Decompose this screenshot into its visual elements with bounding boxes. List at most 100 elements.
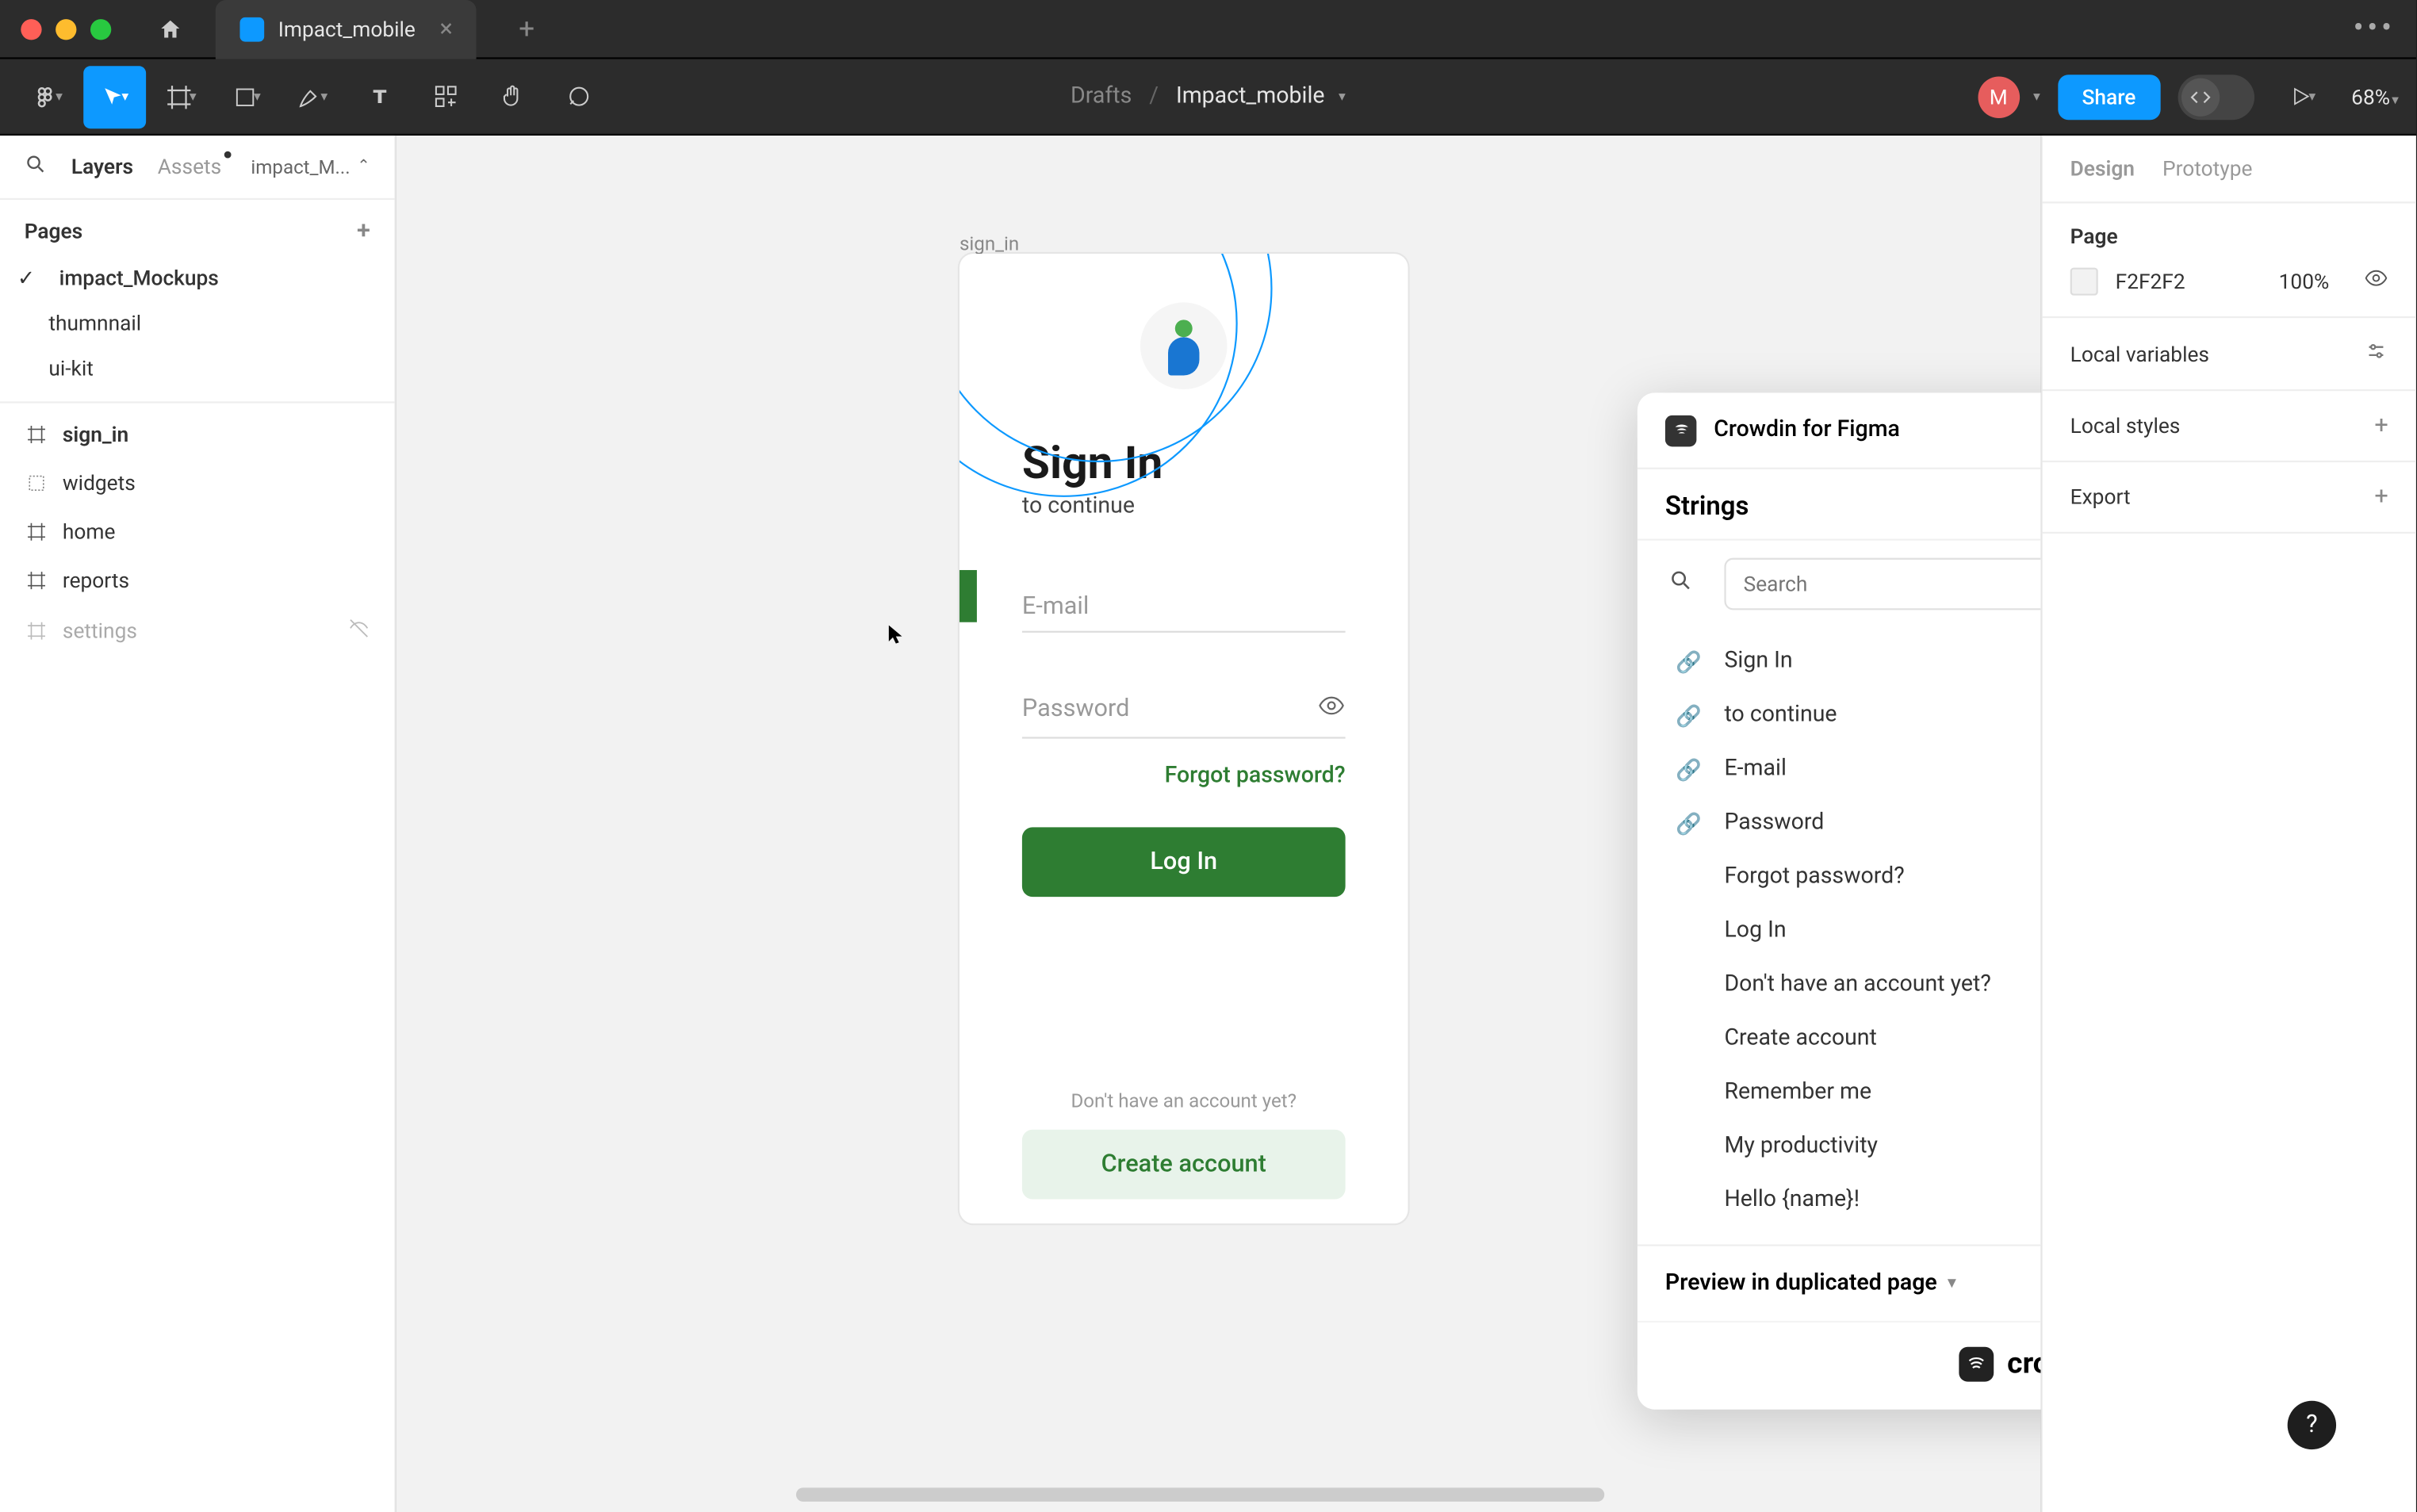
chevron-down-icon[interactable]: ▾ (1339, 89, 1346, 105)
zoom-level[interactable]: 68% ▾ (2351, 84, 2399, 109)
string-item[interactable]: Don't have an account yet? (1638, 958, 2041, 1012)
hand-tool-button[interactable] (480, 65, 542, 128)
layer-item[interactable]: widgets (0, 459, 395, 507)
search-input[interactable] (1724, 558, 2040, 611)
string-list: 🔗Sign In 🔗to continue 🔗E-mail 🔗Password … (1638, 627, 2041, 1244)
frame-tool-button[interactable]: ▾ (150, 65, 213, 128)
text-tool-button[interactable] (347, 65, 410, 128)
frame-label[interactable]: sign_in (960, 233, 1019, 255)
string-item[interactable]: 🔗Password (1638, 796, 2041, 850)
selection-indicator (960, 570, 977, 622)
plugin-title: Crowdin for Figma (1714, 417, 1900, 443)
page-dropdown[interactable]: impact_M... ⌃ (251, 155, 370, 178)
search-icon[interactable] (1665, 568, 1696, 599)
chevron-down-icon[interactable]: ▾ (2033, 89, 2040, 105)
add-icon[interactable]: + (2374, 483, 2388, 511)
minimize-window-button[interactable] (56, 18, 76, 39)
frame-icon (25, 568, 49, 593)
crowdin-icon (1665, 415, 1696, 446)
present-button[interactable]: ▾ (2271, 65, 2334, 128)
hidden-icon[interactable] (347, 617, 370, 645)
titlebar: Impact_mobile × + ••• (0, 0, 2416, 59)
crowdin-brand[interactable]: crowdin (1638, 1321, 2041, 1410)
string-item[interactable]: Remember me (1638, 1066, 2041, 1120)
breadcrumb: Drafts / Impact_mobile ▾ (1071, 83, 1346, 109)
canvas[interactable]: sign_in Sign In to continue E-mail Passw… (396, 136, 2041, 1512)
frame-sign-in[interactable]: Sign In to continue E-mail Password Forg… (960, 254, 1408, 1223)
page-section-label: Page (2070, 224, 2118, 249)
crowdin-plugin-panel[interactable]: Crowdin for Figma × Strings Settings 🔗Si… (1638, 392, 2041, 1409)
string-item[interactable]: Create account (1638, 1012, 2041, 1066)
breadcrumb-parent[interactable]: Drafts (1071, 83, 1132, 109)
page-item[interactable]: impact_Mockups (0, 255, 395, 300)
string-item[interactable]: Hello {name}! (1638, 1173, 2041, 1227)
main-menu-button[interactable]: ▾ (17, 65, 80, 128)
design-tab[interactable]: Design (2070, 156, 2135, 181)
create-account-button: Create account (1022, 1130, 1346, 1200)
strings-tab[interactable]: Strings (1665, 490, 1749, 521)
user-avatar[interactable]: M (1978, 75, 2020, 117)
group-icon (25, 471, 49, 496)
local-styles-row[interactable]: Local styles + (2043, 391, 2416, 462)
link-icon: 🔗 (1676, 757, 1703, 782)
breadcrumb-current[interactable]: Impact_mobile (1176, 83, 1325, 109)
home-button[interactable] (146, 4, 194, 52)
string-item[interactable]: 🔗E-mail (1638, 742, 2041, 796)
add-icon[interactable]: + (2374, 412, 2388, 440)
string-item[interactable]: My productivity (1638, 1120, 2041, 1173)
forgot-password-link: Forgot password? (1022, 763, 1346, 789)
comment-tool-button[interactable] (546, 65, 608, 128)
string-item[interactable]: 🔗Sign In (1638, 634, 2041, 688)
color-swatch[interactable] (2070, 266, 2098, 294)
close-window-button[interactable] (21, 18, 41, 39)
layers-tab[interactable]: Layers (71, 155, 133, 179)
layer-item[interactable]: settings (0, 605, 395, 657)
add-page-button[interactable]: + (357, 217, 370, 245)
toolbar: ▾ ▾ ▾ ▾ ▾ Drafts / (0, 59, 2416, 136)
local-variables-row[interactable]: Local variables (2043, 318, 2416, 391)
page-item[interactable]: ui-kit (0, 346, 395, 391)
color-value[interactable]: F2F2F2 (2116, 269, 2185, 293)
close-tab-button[interactable]: × (440, 15, 453, 43)
traffic-lights (21, 18, 111, 39)
tab-title: Impact_mobile (278, 17, 416, 41)
link-icon: 🔗 (1676, 649, 1703, 674)
resources-button[interactable] (414, 65, 477, 128)
login-button: Log In (1022, 827, 1346, 897)
string-item[interactable]: Forgot password? (1638, 850, 2041, 904)
search-icon[interactable] (25, 153, 47, 181)
move-tool-button[interactable]: ▾ (83, 65, 146, 128)
no-account-text: Don't have an account yet? (1022, 1089, 1346, 1112)
dev-mode-toggle[interactable] (2178, 74, 2254, 119)
crowdin-icon (1959, 1347, 1994, 1382)
sliders-icon[interactable] (2364, 339, 2388, 368)
preview-label[interactable]: Preview in duplicated page (1665, 1270, 1937, 1296)
file-tab[interactable]: Impact_mobile × (216, 0, 477, 58)
horizontal-scrollbar[interactable] (796, 1487, 1604, 1502)
export-row[interactable]: Export + (2043, 462, 2416, 534)
figma-file-icon (239, 17, 264, 41)
pen-tool-button[interactable]: ▾ (282, 65, 344, 128)
frame-icon (25, 423, 49, 447)
chevron-down-icon[interactable]: ▾ (1948, 1274, 1956, 1293)
help-fab-button[interactable]: ? (2288, 1401, 2336, 1449)
eye-icon[interactable] (2364, 266, 2388, 295)
right-panel: Design Prototype Page F2F2F2 100% Local … (2040, 136, 2415, 1512)
window-menu-button[interactable]: ••• (2353, 10, 2395, 47)
layer-item[interactable]: home (0, 507, 395, 556)
opacity-value[interactable]: 100% (2279, 269, 2330, 293)
page-item[interactable]: thumnnail (0, 300, 395, 346)
assets-tab[interactable]: Assets (158, 155, 221, 179)
string-item[interactable]: Log In (1638, 904, 2041, 958)
maximize-window-button[interactable] (90, 18, 111, 39)
prototype-tab[interactable]: Prototype (2162, 156, 2252, 181)
string-item[interactable]: 🔗to continue (1638, 688, 2041, 742)
layer-item[interactable]: reports (0, 556, 395, 604)
shape-tool-button[interactable]: ▾ (216, 65, 278, 128)
sign-in-subtitle: to continue (1022, 494, 1346, 520)
password-field: Password (1022, 674, 1346, 738)
layer-item[interactable]: sign_in (0, 410, 395, 458)
left-panel: Layers Assets impact_M... ⌃ Pages + impa… (0, 136, 396, 1512)
new-tab-button[interactable]: + (519, 12, 534, 45)
share-button[interactable]: Share (2058, 74, 2160, 119)
